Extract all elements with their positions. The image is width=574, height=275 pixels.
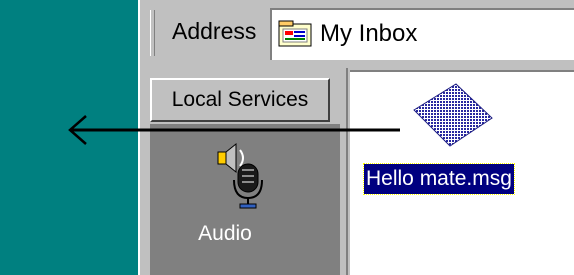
address-value: My Inbox xyxy=(320,20,418,47)
address-field[interactable]: My Inbox xyxy=(270,8,574,60)
message-file-icon xyxy=(413,83,493,147)
inbox-folder-icon xyxy=(278,20,312,47)
toolbar-grip[interactable] xyxy=(150,10,155,56)
pane-splitter[interactable] xyxy=(340,68,350,275)
drag-arrow xyxy=(68,115,400,145)
inbox-contents: Hello mate.msg xyxy=(350,70,574,275)
splitter-edge xyxy=(346,68,348,275)
service-item-label: Audio xyxy=(198,222,252,245)
address-toolbar: Address My Inbox xyxy=(146,2,574,66)
local-services-pane: Local Services Audio xyxy=(140,68,346,275)
file-name-label: Hello mate.msg xyxy=(363,163,515,195)
address-label: Address xyxy=(172,18,257,44)
